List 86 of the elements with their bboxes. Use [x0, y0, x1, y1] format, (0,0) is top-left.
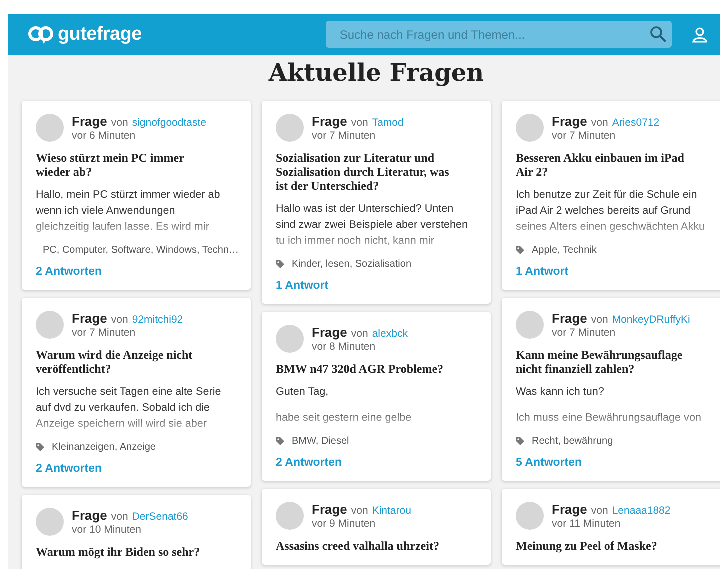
- answers-link[interactable]: 1 Antwort: [516, 266, 717, 278]
- question-preview: habe seit gestern eine gelbe: [276, 411, 413, 426]
- post-type: Frage: [552, 114, 588, 129]
- author-link[interactable]: Tamod: [372, 117, 404, 129]
- author-link[interactable]: 92mitchi92: [132, 314, 184, 326]
- avatar: [276, 114, 304, 142]
- speech-bubbles-icon: [28, 24, 54, 44]
- question-preview: Hallo was ist der Unterschied? Unten sind zwar zwei Beispiele aber verstehen tu ich immer noch nicht, kann mir: [276, 202, 470, 249]
- question-preview: Guten Tag,: [276, 385, 330, 400]
- post-type: Frage: [312, 114, 348, 129]
- author-link[interactable]: Kintarou: [372, 505, 412, 517]
- question-preview: Ich muss eine Bewährungsauflage von: [516, 411, 702, 426]
- tag-list: Recht, bewährung: [532, 436, 614, 447]
- post-type: Frage: [72, 311, 108, 326]
- by-text: von: [591, 117, 608, 129]
- search-icon: [650, 26, 666, 42]
- tag-icon: [36, 443, 45, 452]
- post-type: Frage: [312, 502, 348, 517]
- answers-link[interactable]: 5 Antworten: [516, 457, 717, 469]
- avatar: [516, 311, 544, 339]
- user-button[interactable]: [692, 26, 708, 42]
- avatar: [36, 114, 64, 142]
- author-link[interactable]: DerSenat66: [132, 511, 188, 523]
- author-link[interactable]: signofgoodtaste: [132, 117, 206, 129]
- avatar: [36, 311, 64, 339]
- timestamp: vor 7 Minuten: [312, 130, 377, 142]
- by-text: von: [111, 117, 128, 129]
- tag-list: PC, Computer, Software, Windows, Techn…: [43, 245, 240, 256]
- timestamp: vor 10 Minuten: [72, 524, 142, 536]
- question-title[interactable]: BMW n47 320d AGR Probleme?: [276, 362, 477, 376]
- by-text: von: [111, 314, 128, 326]
- post-type: Frage: [552, 502, 588, 517]
- tag-list: Kinder, lesen, Sozialisation: [292, 259, 412, 270]
- tag-icon: [516, 246, 525, 255]
- tag-list: BMW, Diesel: [292, 436, 350, 447]
- question-title[interactable]: Warum wird die Anzeige nicht veröffentlicht?: [36, 348, 237, 376]
- by-text: von: [351, 328, 368, 340]
- avatar: [516, 502, 544, 530]
- by-text: von: [591, 314, 608, 326]
- question-title[interactable]: Wieso stürzt mein PC immer wieder ab?: [36, 151, 237, 179]
- question-title[interactable]: Meinung zu Peel of Maske?: [516, 539, 717, 553]
- timestamp: vor 7 Minuten: [72, 327, 137, 339]
- question-title[interactable]: Besseren Akku einbauen im iPad Air 2?: [516, 151, 717, 179]
- question-title[interactable]: Sozialisation zur Literatur und Sozialisation durch Literatur, was ist der Unterschied?: [276, 151, 477, 193]
- timestamp: vor 8 Minuten: [312, 341, 377, 353]
- post-type: Frage: [552, 311, 588, 326]
- author-link[interactable]: Lenaaa1882: [612, 505, 671, 517]
- post-type: Frage: [72, 508, 108, 523]
- timestamp: vor 6 Minuten: [72, 130, 137, 142]
- tag-list: Kleinanzeigen, Anzeige: [52, 442, 156, 453]
- author-link[interactable]: alexbck: [372, 328, 408, 340]
- logo-link[interactable]: gutefrage: [28, 24, 142, 46]
- avatar: [276, 325, 304, 353]
- answers-link[interactable]: 2 Antworten: [36, 463, 237, 475]
- avatar: [276, 502, 304, 530]
- timestamp: vor 9 Minuten: [312, 518, 377, 530]
- timestamp: vor 7 Minuten: [552, 130, 617, 142]
- page-heading: Aktuelle Fragen: [268, 57, 486, 89]
- user-icon: [692, 26, 708, 42]
- tag-list: Apple, Technik: [532, 245, 597, 256]
- by-text: von: [111, 511, 128, 523]
- answers-link[interactable]: 2 Antworten: [36, 266, 237, 278]
- tag-icon: [276, 437, 285, 446]
- tag-icon: [516, 437, 525, 446]
- avatar: [516, 114, 544, 142]
- post-type: Frage: [72, 114, 108, 129]
- by-text: von: [591, 505, 608, 517]
- by-text: von: [351, 117, 368, 129]
- question-title[interactable]: Warum mögt ihr Biden so sehr?: [36, 545, 237, 559]
- question-preview: Ich benutze zur Zeit für die Schule ein iPad Air 2 welches bereits auf Grund seines Alters einen geschwächten Akku: [516, 188, 706, 235]
- question-title[interactable]: Assasins creed valhalla uhrzeit?: [276, 539, 477, 553]
- post-type: Frage: [312, 325, 348, 340]
- author-link[interactable]: MonkeyDRuffyKi: [612, 314, 690, 326]
- question-preview: Was kann ich tun?: [516, 385, 606, 400]
- avatar: [36, 508, 64, 536]
- question-preview: Hallo, mein PC stürzt immer wieder ab wenn ich viele Anwendungen gleichzeitig laufen lasse. Es wird mir: [36, 188, 222, 235]
- answers-link[interactable]: 2 Antworten: [276, 457, 477, 469]
- search-field[interactable]: Suche nach Fragen und Themen...: [326, 21, 672, 48]
- tag-icon: [276, 260, 285, 269]
- timestamp: vor 11 Minuten: [552, 518, 622, 530]
- question-title[interactable]: Kann meine Bewährungsauflage nicht finanziell zahlen?: [516, 348, 717, 376]
- author-link[interactable]: Aries0712: [612, 117, 660, 129]
- question-preview: Ich versuche seit Tagen eine alte Serie auf dvd zu verkaufen. Sobald ich die Anzeige speichern will wird sie aber: [36, 385, 222, 432]
- by-text: von: [351, 505, 368, 517]
- answers-link[interactable]: 1 Antwort: [276, 280, 477, 292]
- timestamp: vor 7 Minuten: [552, 327, 617, 339]
